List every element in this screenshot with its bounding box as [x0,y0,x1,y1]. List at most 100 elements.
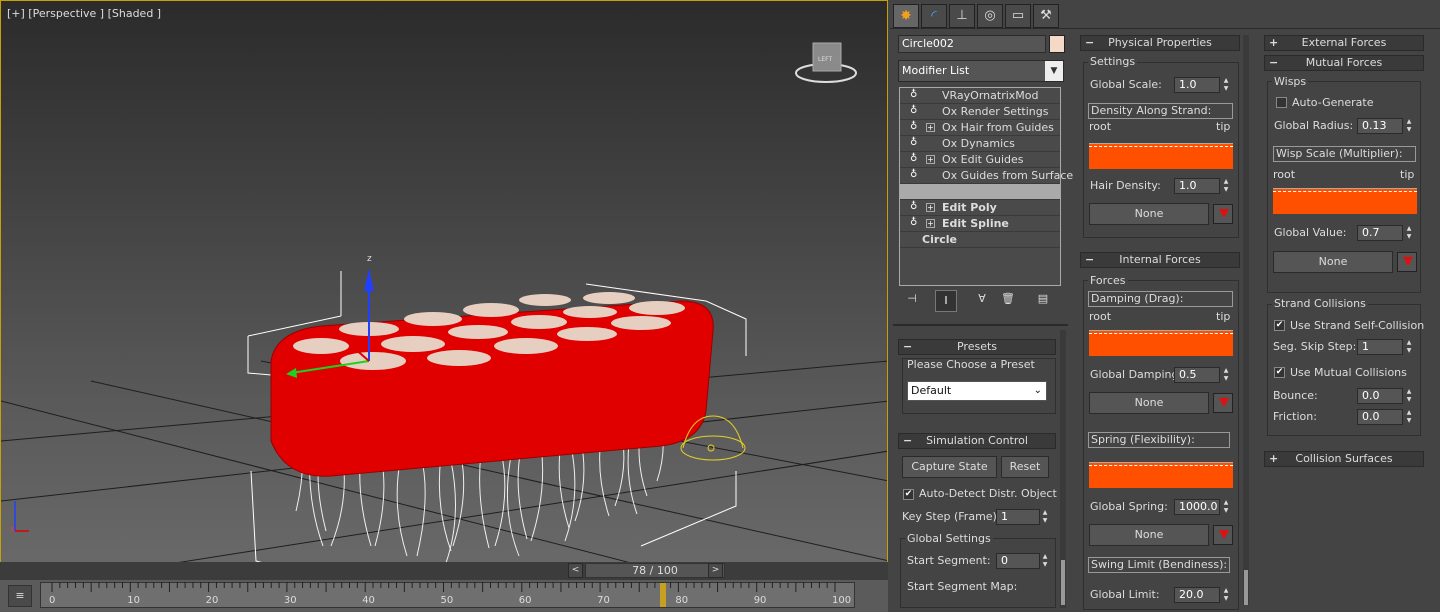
global-scale-field[interactable]: 1.0 [1174,77,1220,93]
global-limit-spinner[interactable]: ▲ ▼ [1221,587,1231,603]
wisp-scale-curve[interactable] [1273,188,1417,214]
global-value-field[interactable]: 0.7 [1357,225,1403,241]
map-pick-icon[interactable] [1213,525,1233,545]
stack-item[interactable]: ♁ VRayOrnatrixMod [900,88,1060,104]
display-icon[interactable]: ▭ [1005,4,1031,28]
left-panel-scroll-thumb[interactable] [1061,560,1065,605]
make-unique-icon[interactable]: ∀ [972,292,992,310]
stack-item[interactable]: ♁ + Edit Poly [900,200,1060,216]
stack-separator[interactable] [900,184,1060,200]
object-name-field[interactable]: Circle002 [898,35,1046,53]
stack-item[interactable]: ♁ + Ox Hair from Guides [900,120,1060,136]
friction-field[interactable]: 0.0 [1357,409,1403,425]
middle-panel-scroll-thumb[interactable] [1244,570,1248,605]
configure-sets-icon[interactable]: ▤ [1033,292,1053,310]
global-damping-field[interactable]: 0.5 [1174,367,1220,383]
expand-icon[interactable]: + [926,123,935,132]
bounce-spinner[interactable]: ▲ ▼ [1404,388,1414,404]
modify-icon[interactable]: ◜ [921,4,947,28]
wisp-map-button[interactable]: None [1273,251,1393,273]
global-limit-field[interactable]: 20.0 [1174,587,1220,603]
modifier-stack[interactable]: ♁ VRayOrnatrixMod ♁ Ox Render Settings ♁ + Ox … [899,87,1073,286]
expand-icon[interactable]: + [926,203,935,212]
expand-icon[interactable]: + [926,219,935,228]
lightbulb-icon[interactable]: ♁ [910,201,917,212]
create-icon[interactable]: ✸ [893,4,919,28]
hair-density-map-button[interactable]: None [1089,203,1209,225]
stack-item[interactable]: ♁ + Edit Spline [900,216,1060,232]
self-collision-checkbox[interactable]: ✔ [1274,320,1285,331]
lightbulb-icon[interactable]: ♁ [910,169,917,180]
lightbulb-icon[interactable]: ♁ [910,105,917,116]
friction-spinner[interactable]: ▲ ▼ [1404,409,1414,425]
collision-surfaces-rollout-header[interactable]: + Collision Surfaces [1264,451,1424,467]
current-time-marker[interactable] [659,583,666,607]
time-slider-thumb[interactable]: 78 / 100 [585,563,725,578]
modifier-list-dropdown[interactable]: Modifier List ▼ [898,60,1064,82]
pin-stack-icon[interactable]: ⊣ [902,292,922,310]
lightbulb-icon[interactable]: ♁ [910,89,917,100]
start-segment-field[interactable]: 0 [996,553,1040,569]
viewport-label[interactable]: [+] [Perspective ] [Shaded ] [7,7,161,20]
stack-item[interactable]: ♁ Ox Guides from Surface [900,168,1073,184]
utilities-icon[interactable]: ⚒ [1033,4,1059,28]
damping-map-button[interactable]: None [1089,392,1209,414]
global-spring-field[interactable]: 1000.0 [1174,499,1220,515]
show-end-result-icon[interactable]: Ι [935,290,957,312]
key-step-spinner[interactable]: ▲ ▼ [1040,509,1050,525]
seg-skip-spinner[interactable]: ▲ ▼ [1404,339,1414,355]
stack-item[interactable]: ♁ Ox Dynamics [900,136,1060,152]
stack-item[interactable]: ♁ + Ox Edit Guides [900,152,1060,168]
internal-forces-rollout-header[interactable]: − Internal Forces [1080,252,1240,268]
seg-skip-field[interactable]: 1 [1357,339,1403,355]
external-forces-rollout-header[interactable]: + External Forces [1264,35,1424,51]
map-pick-icon[interactable] [1213,204,1233,224]
auto-generate-checkbox[interactable] [1276,97,1287,108]
stack-item[interactable]: ♁ Ox Render Settings [900,104,1060,120]
expand-icon[interactable]: + [926,155,935,164]
lightbulb-icon[interactable]: ♁ [910,217,917,228]
hair-density-field[interactable]: 1.0 [1174,178,1220,194]
global-radius-spinner[interactable]: ▲ ▼ [1404,118,1414,134]
damping-curve[interactable] [1089,330,1233,356]
global-value-spinner[interactable]: ▲ ▼ [1404,225,1414,241]
spring-curve[interactable] [1089,462,1233,488]
global-scale-spinner[interactable]: ▲ ▼ [1221,77,1231,93]
time-slider[interactable] [0,562,888,580]
presets-rollout-header[interactable]: − Presets [898,339,1056,355]
density-curve[interactable] [1089,143,1233,169]
stack-item[interactable]: Circle [900,232,1060,248]
start-segment-spinner[interactable]: ▲ ▼ [1040,553,1050,569]
perspective-viewport[interactable]: z LEFT x [+] [Perspective ] [Shaded ] [0,0,888,580]
global-radius-field[interactable]: 0.13 [1357,118,1403,134]
capture-state-button[interactable]: Capture State [902,456,997,478]
preset-select[interactable]: Default ⌄ [907,381,1047,401]
remove-modifier-icon[interactable]: 🗑 [998,292,1018,310]
auto-detect-checkbox[interactable]: ✔ [903,489,914,500]
next-frame-button[interactable]: > [708,563,723,578]
middle-panel-scrollbar[interactable] [1243,35,1249,605]
hierarchy-icon[interactable]: ⊥ [949,4,975,28]
global-spring-spinner[interactable]: ▲ ▼ [1221,499,1231,515]
object-color-swatch[interactable] [1049,35,1065,53]
chevron-down-icon: ▼ [1045,61,1063,81]
map-pick-icon[interactable] [1213,393,1233,413]
prev-frame-button[interactable]: < [568,563,583,578]
simulation-rollout-header[interactable]: − Simulation Control [898,433,1056,449]
global-damping-spinner[interactable]: ▲ ▼ [1221,367,1231,383]
lightbulb-icon[interactable]: ♁ [910,153,917,164]
lightbulb-icon[interactable]: ♁ [910,137,917,148]
reset-button[interactable]: Reset [1001,456,1049,478]
bounce-field[interactable]: 0.0 [1357,388,1403,404]
mutual-forces-rollout-header[interactable]: − Mutual Forces [1264,55,1424,71]
spring-map-button[interactable]: None [1089,524,1209,546]
map-pick-icon[interactable] [1397,252,1417,272]
lightbulb-icon[interactable]: ♁ [910,121,917,132]
motion-icon[interactable]: ◎ [977,4,1003,28]
swing-limit-label: Swing Limit (Bendiness): [1088,557,1230,573]
hair-density-spinner[interactable]: ▲ ▼ [1221,178,1231,194]
physical-rollout-header[interactable]: − Physical Properties [1080,35,1240,51]
curve-editor-icon[interactable]: ≡ [8,585,32,607]
mutual-collisions-checkbox[interactable]: ✔ [1274,367,1285,378]
key-step-field[interactable]: 1 [996,509,1040,525]
